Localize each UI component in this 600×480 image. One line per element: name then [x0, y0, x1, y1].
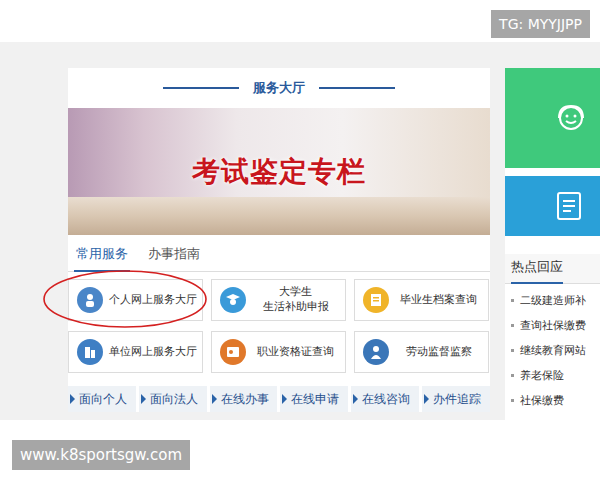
panel-header: 服务大厅 — [68, 68, 490, 108]
banner-title: 考试鉴定专栏 — [192, 153, 366, 191]
side-card[interactable] — [505, 176, 600, 236]
hotspot-item[interactable]: 社保缴费 — [511, 392, 600, 409]
service-label: 大学生生活补助申报 — [252, 285, 339, 315]
quick-link[interactable]: 办件追踪 — [422, 386, 490, 412]
document-icon — [368, 292, 384, 308]
worker-icon — [368, 344, 384, 360]
service-label: 劳动监督监察 — [395, 345, 482, 360]
service-grid: 个人网上服务大厅 大学生生活补助申报 毕业生档案查询单位网上服务大厅 职业资格证查询 劳… — [68, 279, 490, 373]
service-icon-circle — [220, 287, 246, 313]
service-icon-circle — [363, 287, 389, 313]
arrow-icon — [70, 394, 75, 404]
side-card[interactable] — [505, 68, 600, 168]
hotspot-item[interactable]: 二级建造师补 — [511, 292, 600, 309]
arrow-icon — [141, 394, 146, 404]
service-button[interactable]: 单位网上服务大厅 — [68, 331, 203, 373]
service-icon-circle — [77, 339, 103, 365]
panel-title: 服务大厅 — [253, 79, 305, 97]
service-icon-circle — [220, 339, 246, 365]
service-label: 单位网上服务大厅 — [109, 345, 197, 360]
quick-link[interactable]: 在线办事 — [210, 386, 278, 412]
highlight-circle-icon — [42, 269, 208, 329]
service-button[interactable]: 职业资格证查询 — [211, 331, 346, 373]
arrow-icon — [424, 394, 429, 404]
bullet-icon — [511, 324, 514, 327]
page: 服务大厅考试鉴定专栏常用服务办事指南个人网上服务大厅 大学生生活补助申报 毕业生档案… — [0, 0, 600, 480]
service-label: 毕业生档案查询 — [395, 293, 482, 308]
tab[interactable]: 常用服务 — [74, 241, 130, 272]
person-icon — [82, 292, 98, 308]
support-icon — [555, 102, 587, 134]
hotspot-item[interactable]: 查询社保缴费 — [511, 317, 600, 334]
quick-link[interactable]: 面向个人 — [68, 386, 136, 412]
banner[interactable]: 考试鉴定专栏 — [68, 108, 490, 235]
hotspot-item[interactable]: 养老保险 — [511, 367, 600, 384]
arrow-icon — [353, 394, 358, 404]
service-label: 个人网上服务大厅 — [109, 293, 197, 308]
quick-link[interactable]: 面向法人 — [139, 386, 207, 412]
service-icon-circle — [363, 339, 389, 365]
watermark: www.k8sportsgw.com — [12, 440, 190, 470]
link-row: 面向个人面向法人在线办事在线申请在线咨询办件追踪 — [68, 386, 490, 412]
service-button[interactable]: 个人网上服务大厅 — [68, 279, 203, 321]
form-icon — [555, 190, 583, 222]
header-line — [163, 87, 239, 89]
bullet-icon — [511, 374, 514, 377]
tab-bar: 常用服务办事指南 — [68, 241, 490, 272]
service-hall-panel: 服务大厅考试鉴定专栏常用服务办事指南个人网上服务大厅 大学生生活补助申报 毕业生档案… — [68, 68, 490, 412]
card-icon — [225, 344, 241, 360]
service-icon-circle — [77, 287, 103, 313]
bullet-icon — [511, 349, 514, 352]
side-column: 热点回应二级建造师补查询社保缴费继续教育网站养老保险社保缴费 — [505, 68, 600, 420]
quick-link[interactable]: 在线咨询 — [351, 386, 419, 412]
building-icon — [82, 344, 98, 360]
arrow-icon — [282, 394, 287, 404]
hotspot-header: 热点回应 — [505, 254, 600, 284]
hotspot-title[interactable]: 热点回应 — [511, 254, 563, 284]
quick-link[interactable]: 在线申请 — [280, 386, 348, 412]
content-area: 服务大厅考试鉴定专栏常用服务办事指南个人网上服务大厅 大学生生活补助申报 毕业生档案… — [0, 42, 600, 420]
header-line — [319, 87, 395, 89]
bullet-icon — [511, 299, 514, 302]
hotspot-list: 二级建造师补查询社保缴费继续教育网站养老保险社保缴费 — [505, 284, 600, 409]
hotspot-item[interactable]: 继续教育网站 — [511, 342, 600, 359]
tab[interactable]: 办事指南 — [146, 241, 202, 272]
watermark: TG: MYYJJPP — [491, 10, 590, 38]
bullet-icon — [511, 399, 514, 402]
service-button[interactable]: 毕业生档案查询 — [354, 279, 489, 321]
arrow-icon — [212, 394, 217, 404]
service-label: 职业资格证查询 — [252, 345, 339, 360]
service-button[interactable]: 大学生生活补助申报 — [211, 279, 346, 321]
graduate-icon — [225, 292, 241, 308]
service-button[interactable]: 劳动监督监察 — [354, 331, 489, 373]
